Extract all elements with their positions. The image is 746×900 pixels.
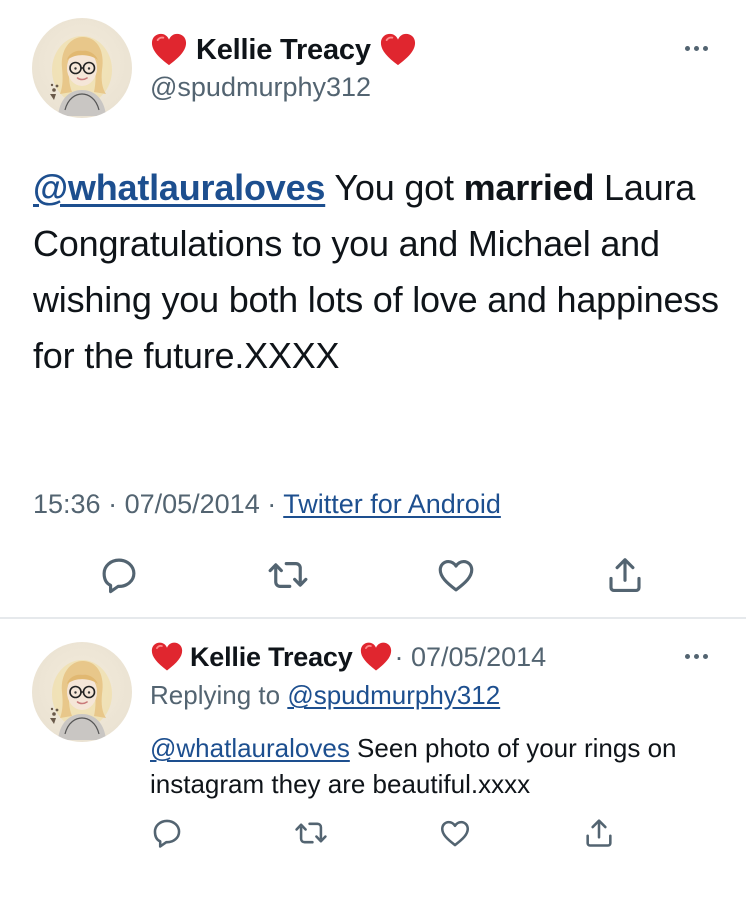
avatar[interactable] bbox=[32, 642, 132, 742]
tweet-text: @whatlauraloves You got married Laura Co… bbox=[33, 160, 723, 384]
replying-to: Replying to @spudmurphy312 bbox=[150, 680, 500, 711]
profile-photo bbox=[32, 642, 132, 742]
replying-to-label: Replying to bbox=[150, 680, 288, 710]
like-icon[interactable] bbox=[435, 554, 477, 596]
tweet-text-part: You got bbox=[325, 167, 464, 208]
tweet-actions bbox=[150, 815, 616, 851]
reply-icon[interactable] bbox=[150, 816, 184, 850]
more-options-icon[interactable] bbox=[685, 654, 708, 659]
divider bbox=[0, 617, 746, 619]
red-heart-icon bbox=[150, 641, 184, 673]
red-heart-icon bbox=[150, 32, 188, 68]
retweet-icon[interactable] bbox=[267, 554, 309, 596]
avatar[interactable] bbox=[32, 18, 132, 118]
source-link[interactable]: Twitter for Android bbox=[283, 489, 501, 519]
tweet-date[interactable]: · 07/05/2014 bbox=[395, 642, 547, 673]
tweet-text: @whatlauraloves Seen photo of your rings… bbox=[150, 730, 730, 802]
tweet-actions bbox=[98, 553, 646, 597]
retweet-icon[interactable] bbox=[294, 816, 328, 850]
author-name-row[interactable]: Kellie Treacy bbox=[150, 30, 417, 70]
share-icon[interactable] bbox=[582, 816, 616, 850]
author-handle[interactable]: @spudmurphy312 bbox=[150, 72, 371, 103]
tweet-text-bold: married bbox=[463, 167, 595, 208]
red-heart-icon bbox=[359, 641, 393, 673]
meta-separator: · bbox=[100, 489, 125, 519]
mention-link[interactable]: @whatlauraloves bbox=[150, 733, 350, 763]
author-display-name[interactable]: Kellie Treacy bbox=[196, 34, 371, 67]
tweet-meta: 15:36 · 07/05/2014 · Twitter for Android bbox=[33, 489, 501, 520]
reply-icon[interactable] bbox=[98, 554, 140, 596]
replying-to-link[interactable]: @spudmurphy312 bbox=[287, 680, 500, 710]
tweet-time: 15:36 bbox=[33, 489, 101, 519]
like-icon[interactable] bbox=[438, 816, 472, 850]
mention-link[interactable]: @whatlauraloves bbox=[33, 167, 325, 208]
profile-photo bbox=[32, 18, 132, 118]
red-heart-icon bbox=[379, 32, 417, 68]
author-display-name[interactable]: Kellie Treacy bbox=[190, 642, 353, 673]
more-options-icon[interactable] bbox=[685, 46, 708, 51]
meta-separator: · bbox=[259, 489, 284, 519]
author-name-row[interactable]: Kellie Treacy · 07/05/2014 bbox=[150, 638, 546, 676]
main-tweet: Kellie Treacy @spudmurphy312 @whatlaural… bbox=[0, 0, 746, 618]
tweet-date: 07/05/2014 bbox=[124, 489, 260, 519]
share-icon[interactable] bbox=[604, 554, 646, 596]
